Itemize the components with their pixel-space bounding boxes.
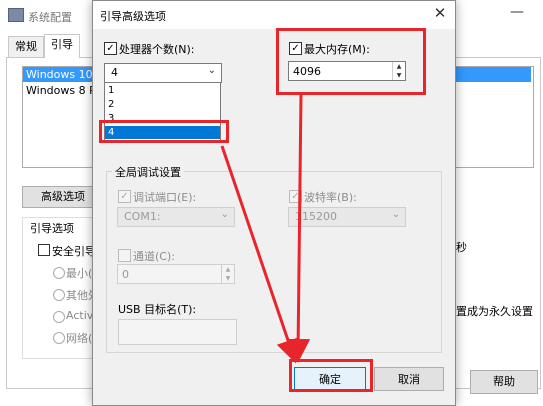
arrow-from-memory (286, 93, 311, 363)
arrow-from-processor (220, 145, 300, 364)
annotation-arrows (220, 93, 311, 364)
